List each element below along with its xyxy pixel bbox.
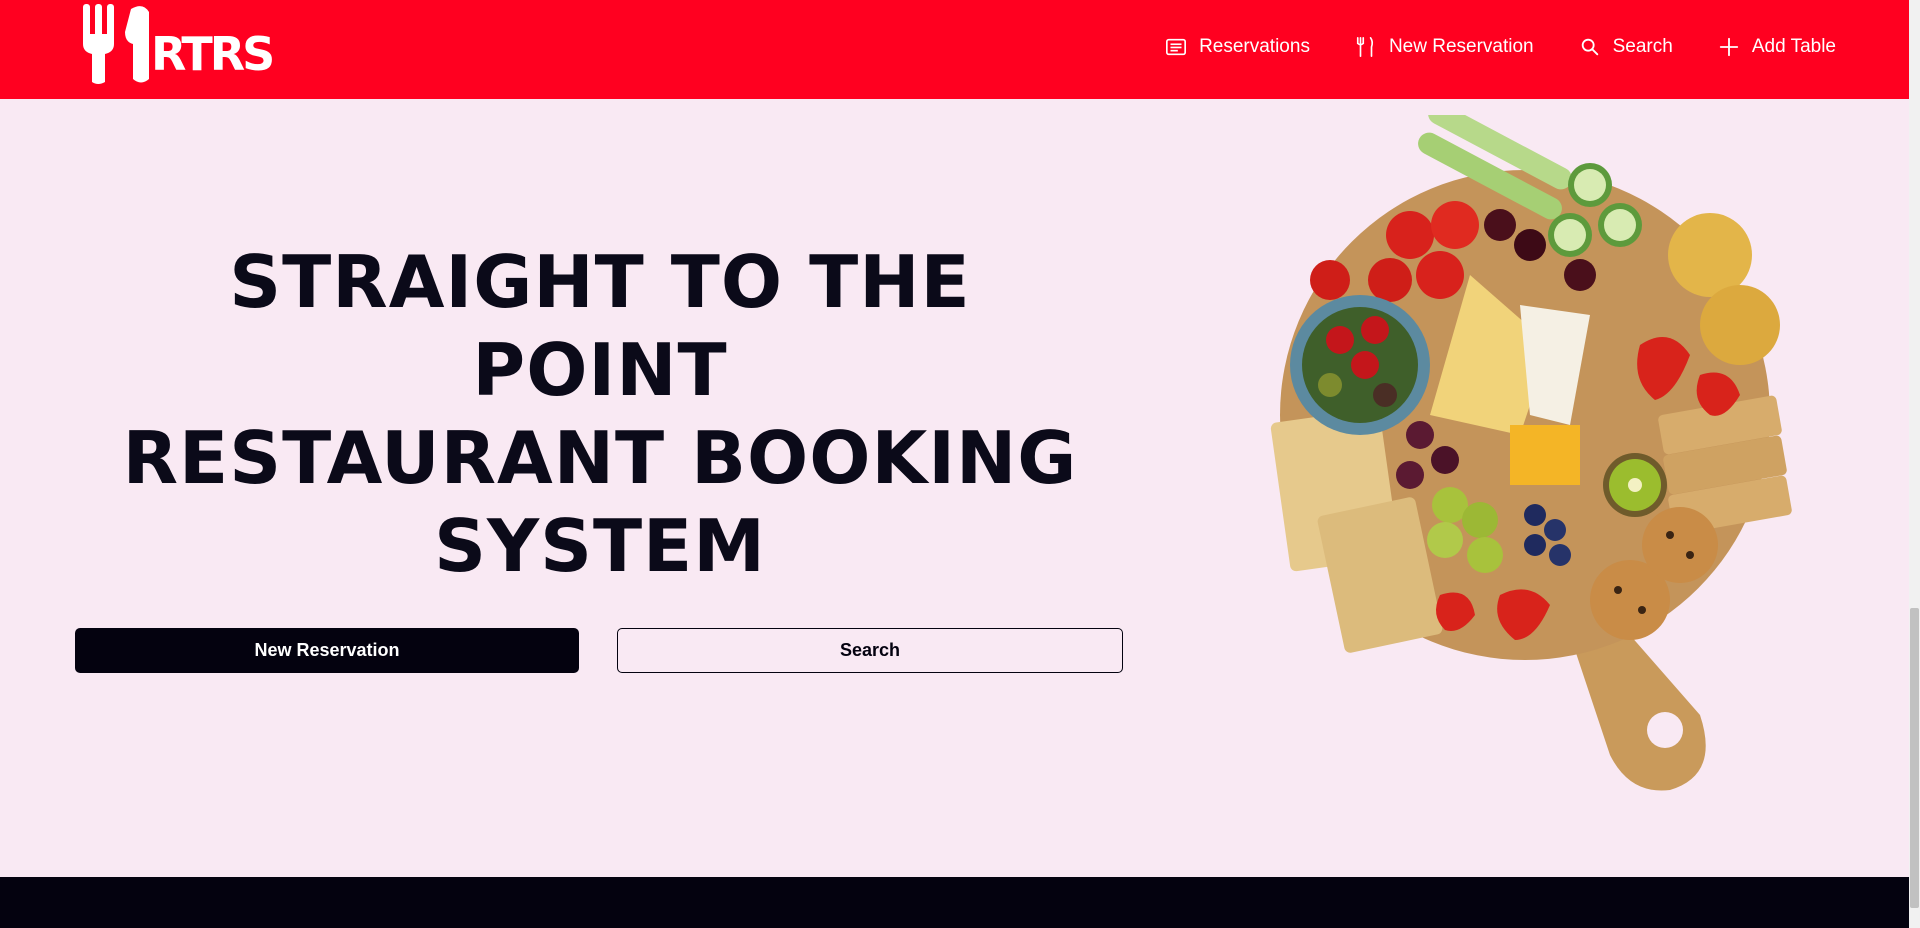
footer bbox=[0, 877, 1909, 928]
nav-item-add-table[interactable]: Add Table bbox=[1718, 36, 1836, 58]
nav-item-label: Search bbox=[1612, 35, 1673, 57]
new-reservation-button[interactable]: New Reservation bbox=[75, 628, 579, 673]
hero-title-line: STRAIGHT TO THE POINT bbox=[229, 240, 971, 412]
scrollbar[interactable] bbox=[1909, 0, 1920, 928]
nav-item-label: Reservations bbox=[1199, 35, 1310, 57]
nav-item-search[interactable]: Search bbox=[1579, 36, 1673, 58]
fork-knife-icon bbox=[1356, 36, 1374, 57]
hero-title-line: RESTAURANT BOOKING bbox=[122, 416, 1078, 500]
navbar: RTRS Reservations New Reservation Search bbox=[0, 0, 1909, 99]
hero-title-line: SYSTEM bbox=[434, 504, 766, 588]
search-button[interactable]: Search bbox=[617, 628, 1123, 673]
nav-item-new-reservation[interactable]: New Reservation bbox=[1355, 36, 1534, 58]
plus-icon bbox=[1719, 37, 1738, 56]
charcuterie-board-image bbox=[1270, 115, 1792, 791]
main-nav: Reservations New Reservation Search Add … bbox=[1165, 0, 1836, 93]
rtrs-logo[interactable]: RTRS bbox=[83, 4, 289, 84]
nav-item-label: Add Table bbox=[1751, 35, 1836, 57]
list-icon bbox=[1166, 38, 1187, 55]
nav-item-reservations[interactable]: Reservations bbox=[1165, 36, 1310, 58]
nav-item-label: New Reservation bbox=[1388, 35, 1534, 57]
hero-title: STRAIGHT TO THE POINT RESTAURANT BOOKING… bbox=[120, 238, 1080, 590]
search-icon bbox=[1581, 38, 1598, 55]
scrollbar-thumb[interactable] bbox=[1910, 608, 1919, 908]
svg-text:RTRS: RTRS bbox=[151, 27, 272, 81]
